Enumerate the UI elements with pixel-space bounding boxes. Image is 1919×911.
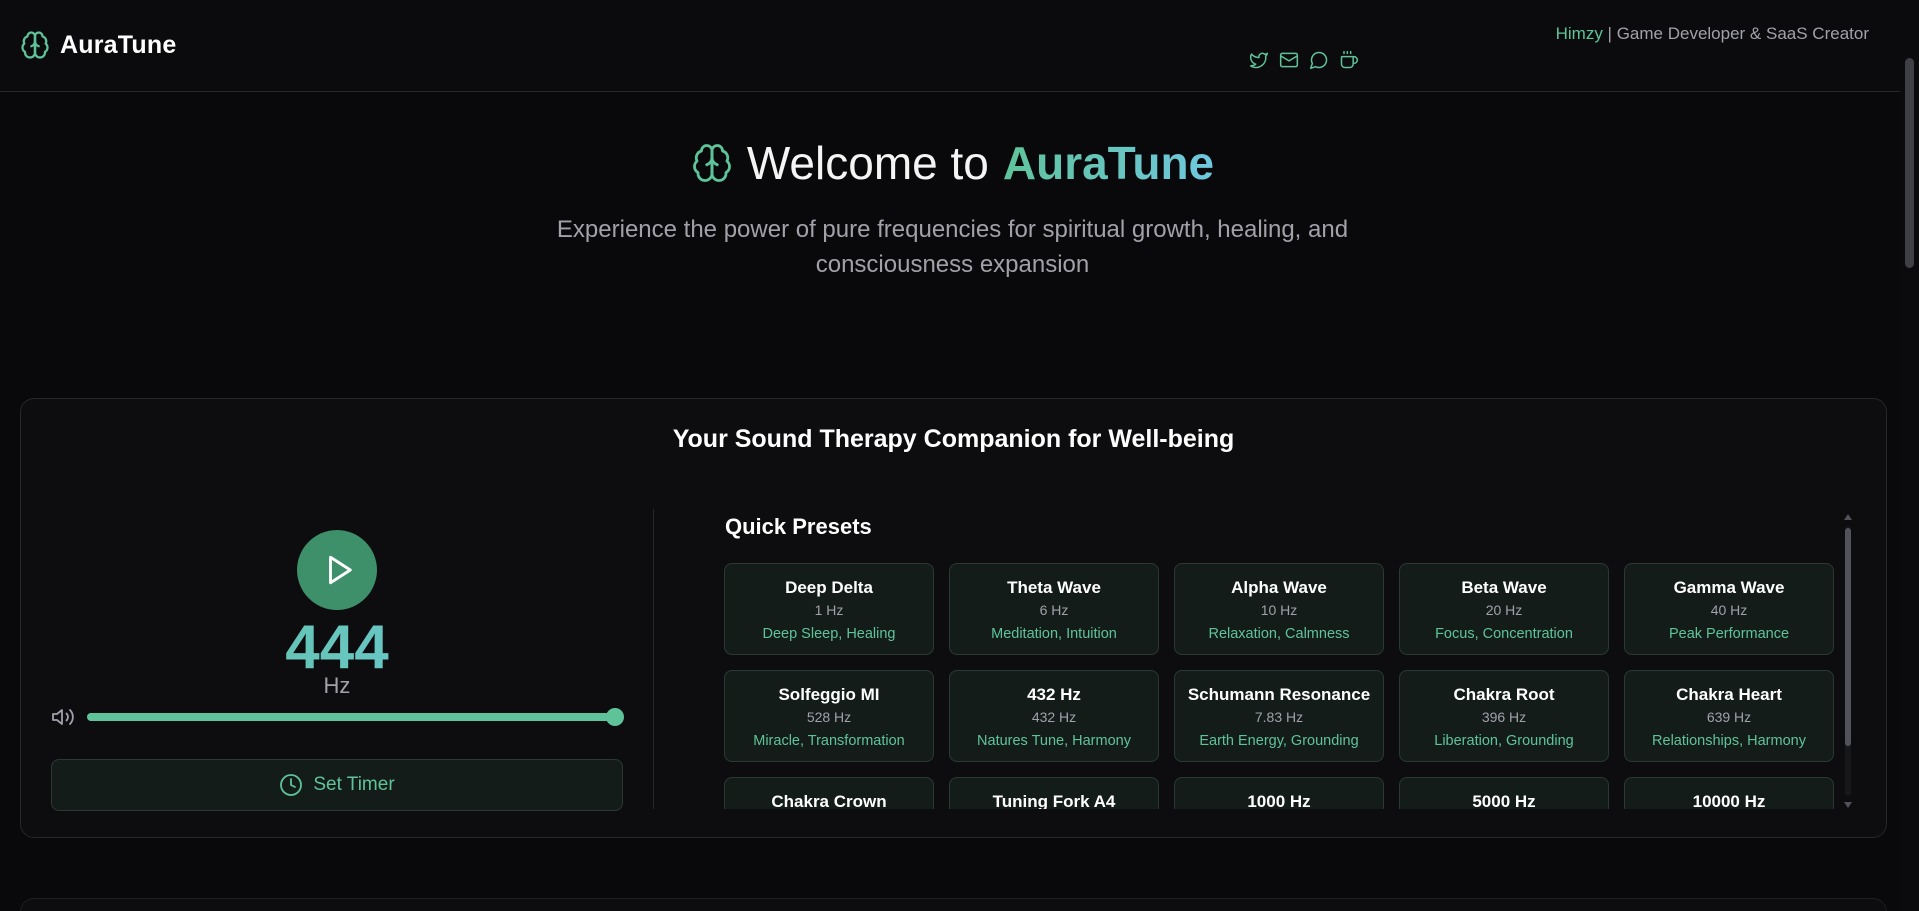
- preset-frequency: 7.83 Hz: [1254, 709, 1304, 725]
- play-button[interactable]: [297, 530, 377, 610]
- author-line: Himzy | Game Developer & SaaS Creator: [1556, 24, 1869, 44]
- preset-description: Relaxation, Calmness: [1208, 626, 1350, 642]
- play-icon: [329, 555, 352, 585]
- preset-frequency: 528 Hz: [806, 709, 852, 725]
- preset-frequency: 639 Hz: [1706, 709, 1752, 725]
- preset-name: 10000 Hz: [1692, 792, 1766, 809]
- author-info: Himzy | Game Developer & SaaS Creator: [1249, 24, 1869, 70]
- hero-brand: AuraTune: [1002, 137, 1215, 189]
- preset-name: Beta Wave: [1461, 578, 1547, 597]
- preset-card[interactable]: Chakra Crown: [724, 777, 934, 809]
- scroll-down-arrow[interactable]: [1844, 802, 1852, 808]
- frequency-unit: Hz: [323, 673, 351, 698]
- clock-icon: [280, 774, 303, 796]
- preset-card[interactable]: Schumann Resonance 7.83 Hz Earth Energy, G…: [1174, 670, 1384, 762]
- preset-description: Deep Sleep, Healing: [762, 626, 896, 642]
- preset-name: 1000 Hz: [1247, 792, 1311, 809]
- preset-description: Natures Tune, Harmony: [977, 733, 1131, 749]
- preset-description: Peak Performance: [1668, 626, 1790, 642]
- preset-name: Deep Delta: [785, 578, 873, 597]
- page-scrollbar-thumb[interactable]: [1905, 58, 1914, 268]
- preset-name: Solfeggio MI: [778, 685, 880, 704]
- preset-frequency: 6 Hz: [1039, 602, 1069, 618]
- preset-card[interactable]: Chakra Root 396 Hz Liberation, Grounding: [1399, 670, 1609, 762]
- scrollbar-thumb[interactable]: [1845, 528, 1851, 746]
- preset-description: Earth Energy, Grounding: [1199, 733, 1359, 749]
- preset-frequency: 396 Hz: [1481, 709, 1527, 725]
- preset-frequency: 1 Hz: [814, 602, 844, 618]
- preset-card[interactable]: 1000 Hz: [1174, 777, 1384, 809]
- author-role: Game Developer & SaaS Creator: [1616, 24, 1869, 43]
- social-links: [1249, 50, 1449, 70]
- brain-icon: [20, 30, 50, 60]
- volume-slider-fill: [87, 713, 615, 721]
- preset-name: Chakra Root: [1453, 685, 1555, 704]
- preset-frequency: 432 Hz: [1031, 709, 1077, 725]
- frequency-player: 444 Hz Set Timer: [51, 509, 624, 811]
- preset-name: 5000 Hz: [1472, 792, 1536, 809]
- preset-card[interactable]: Theta Wave 6 Hz Meditation, Intuition: [949, 563, 1159, 655]
- preset-card[interactable]: Tuning Fork A4: [949, 777, 1159, 809]
- preset-card[interactable]: Gamma Wave 40 Hz Peak Performance: [1624, 563, 1834, 655]
- section-divider: [653, 509, 654, 809]
- preset-card[interactable]: Solfeggio MI 528 Hz Miracle, Transformatio…: [724, 670, 934, 762]
- sound-therapy-card: Your Sound Therapy Companion for Well-be…: [20, 398, 1887, 838]
- set-timer-label: Set Timer: [313, 774, 395, 795]
- preset-name: 432 Hz: [1027, 685, 1081, 704]
- mail-icon[interactable]: [1279, 50, 1299, 70]
- brand-name: AuraTune: [60, 30, 177, 59]
- preset-frequency: 10 Hz: [1260, 602, 1298, 618]
- volume-slider[interactable]: [87, 708, 624, 726]
- preset-name: Tuning Fork A4: [992, 792, 1116, 809]
- coffee-icon[interactable]: [1339, 50, 1359, 70]
- preset-card[interactable]: Deep Delta 1 Hz Deep Sleep, Healing: [724, 563, 934, 655]
- preset-name: Theta Wave: [1007, 578, 1101, 597]
- preset-card[interactable]: Alpha Wave 10 Hz Relaxation, Calmness: [1174, 563, 1384, 655]
- volume-slider-thumb[interactable]: [606, 708, 624, 726]
- preset-card[interactable]: Chakra Heart 639 Hz Relationships, Harmony: [1624, 670, 1834, 762]
- presets-scrollbar[interactable]: [1843, 512, 1853, 810]
- preset-name: Chakra Heart: [1676, 685, 1782, 704]
- preset-card[interactable]: 432 Hz 432 Hz Natures Tune, Harmony: [949, 670, 1159, 762]
- preset-description: Miracle, Transformation: [753, 733, 905, 749]
- author-separator: |: [1602, 24, 1617, 43]
- preset-description: Meditation, Intuition: [991, 626, 1117, 642]
- preset-card[interactable]: 10000 Hz: [1624, 777, 1834, 809]
- hero-welcome: Welcome to: [746, 137, 989, 189]
- preset-description: Relationships, Harmony: [1652, 733, 1806, 749]
- preset-frequency: 20 Hz: [1485, 602, 1523, 618]
- top-header: AuraTune Himzy | Game Developer & SaaS C…: [0, 0, 1900, 92]
- chat-icon[interactable]: [1309, 50, 1329, 70]
- twitter-icon[interactable]: [1249, 50, 1269, 70]
- preset-card[interactable]: Beta Wave 20 Hz Focus, Concentration: [1399, 563, 1609, 655]
- preset-card[interactable]: 5000 Hz: [1399, 777, 1609, 809]
- volume-icon[interactable]: [51, 705, 75, 729]
- preset-description: Focus, Concentration: [1435, 626, 1573, 642]
- next-section-card: [20, 898, 1887, 911]
- brand[interactable]: AuraTune: [20, 30, 176, 60]
- brain-icon: [691, 142, 733, 184]
- set-timer-button[interactable]: Set Timer: [51, 759, 623, 811]
- author-name[interactable]: Himzy: [1556, 24, 1603, 43]
- preset-frequency: 40 Hz: [1710, 602, 1748, 618]
- preset-name: Alpha Wave: [1231, 578, 1327, 597]
- presets-title: Quick Presets: [725, 514, 872, 539]
- preset-name: Chakra Crown: [771, 792, 887, 809]
- card-title: Your Sound Therapy Companion for Well-be…: [672, 425, 1235, 453]
- hero-title: Welcome to AuraTune: [0, 136, 1905, 190]
- page-scrollbar[interactable]: [1900, 0, 1919, 911]
- preset-name: Schumann Resonance: [1187, 685, 1371, 704]
- quick-presets: Quick Presets Deep Delta 1 Hz Deep Sleep, …: [723, 509, 1858, 809]
- scroll-up-arrow[interactable]: [1844, 514, 1852, 520]
- preset-description: Liberation, Grounding: [1434, 733, 1574, 749]
- hero-subtitle: Experience the power of pure frequencies…: [556, 216, 1349, 278]
- preset-name: Gamma Wave: [1673, 578, 1785, 597]
